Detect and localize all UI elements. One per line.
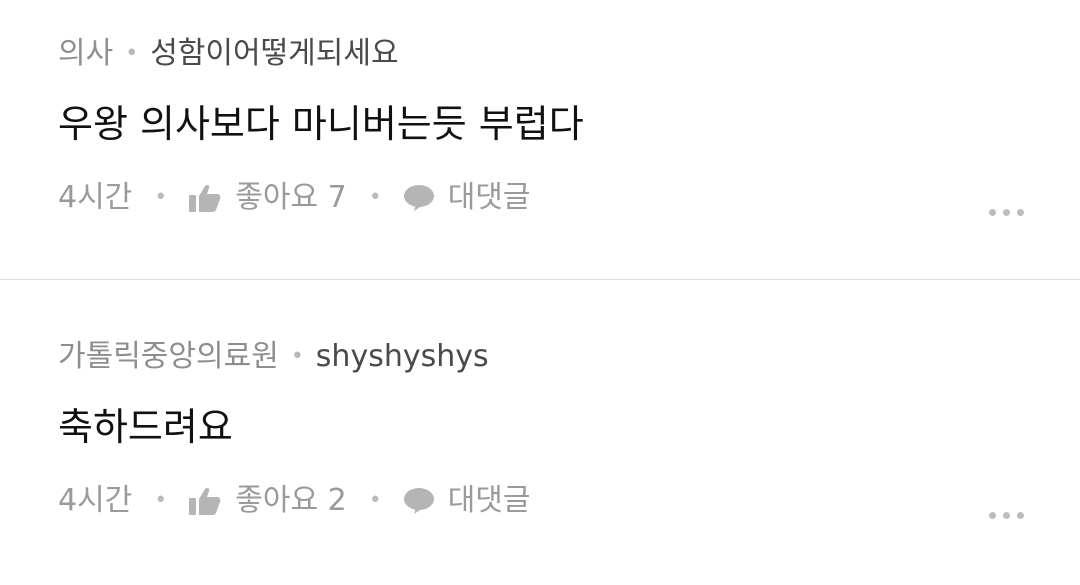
author-nickname[interactable]: 성함이어떻게되세요 [150, 34, 398, 74]
comment-item: 의사 • 성함이어떻게되세요 우왕 의사보다 마니버는듯 부럽다 4시간 • 좋… [0, 34, 1080, 218]
more-dots-icon[interactable] [989, 512, 1024, 519]
action-separator: • [154, 185, 168, 210]
action-separator: • [154, 488, 168, 513]
comment-actions: 4시간 • 좋아요 7 • 대댓글 [58, 178, 1022, 218]
comment-actions: 4시간 • 좋아요 2 • 대댓글 [58, 481, 1022, 521]
like-label: 좋아요 2 [235, 483, 347, 518]
author-nickname[interactable]: shyshyshys [316, 337, 489, 377]
speech-bubble-icon [403, 488, 434, 514]
meta-separator: • [290, 344, 304, 369]
action-separator: • [368, 488, 382, 513]
thumbs-up-icon [189, 487, 221, 515]
thumbs-up-icon [189, 184, 221, 212]
reply-label: 대댓글 [447, 483, 531, 518]
comment-time: 4시간 [58, 180, 133, 215]
more-dot [1017, 209, 1024, 216]
comment-text: 우왕 의사보다 마니버는듯 부럽다 [58, 102, 584, 146]
more-dot [1003, 209, 1010, 216]
more-dots-icon[interactable] [989, 209, 1024, 216]
more-dot [989, 512, 996, 519]
comment-divider [0, 279, 1080, 280]
reply-label: 대댓글 [447, 180, 531, 215]
comment-meta: 가톨릭중앙의료원 • shyshyshys [58, 337, 1022, 377]
meta-separator: • [125, 41, 139, 66]
comment-item: 가톨릭중앙의료원 • shyshyshys 축하드려요 4시간 • 좋아요 2 … [0, 337, 1080, 521]
like-button[interactable]: 좋아요 7 [189, 178, 347, 218]
reply-button[interactable]: 대댓글 [403, 481, 531, 521]
speech-bubble-icon [403, 185, 434, 211]
like-button[interactable]: 좋아요 2 [189, 481, 347, 521]
author-organization: 가톨릭중앙의료원 [58, 339, 279, 374]
comment-time: 4시간 [58, 483, 133, 518]
comment-text: 축하드려요 [58, 405, 233, 449]
like-label: 좋아요 7 [235, 180, 347, 215]
action-separator: • [368, 185, 382, 210]
author-organization: 의사 [58, 36, 114, 71]
more-dot [1017, 512, 1024, 519]
comment-meta: 의사 • 성함이어떻게되세요 [58, 34, 1022, 74]
more-dot [989, 209, 996, 216]
more-dot [1003, 512, 1010, 519]
reply-button[interactable]: 대댓글 [403, 178, 531, 218]
